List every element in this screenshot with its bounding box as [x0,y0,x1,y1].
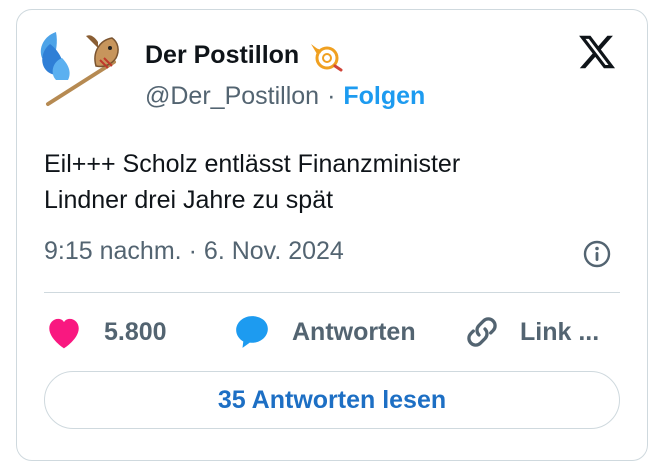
author-handle[interactable]: @Der_Postillon [145,82,319,111]
link-icon [467,317,497,347]
meta-separator: · [188,237,197,265]
reply-label: Antworten [292,317,416,346]
post-horn-icon [311,44,343,72]
x-logo-icon[interactable] [576,32,618,72]
info-icon[interactable] [582,239,612,269]
copy-link-button[interactable]: Link ... [464,310,599,354]
speech-bubble-icon [236,316,268,348]
winged-hobby-horse-icon [40,32,119,106]
avatar[interactable] [34,22,122,110]
handle-row: @Der_Postillon · Folgen [145,82,425,111]
action-bar: 5.800 Antworten Link ... [44,310,620,354]
heart-icon [49,318,79,349]
author-name[interactable]: Der Postillon [145,41,299,70]
reply-button[interactable]: Antworten [232,310,416,354]
handle-separator: · [327,82,336,110]
tweet-date: 6. Nov. 2024 [203,237,344,265]
follow-button[interactable]: Folgen [343,82,425,111]
read-replies-button[interactable]: 35 Antworten lesen [44,371,620,429]
author-name-row: Der Postillon [145,38,343,72]
link-label: Link ... [520,317,600,346]
like-count: 5.800 [104,317,167,346]
divider [44,292,620,293]
tweet-time: 9:15 nachm. [44,237,182,265]
like-button[interactable]: 5.800 [44,310,167,354]
tweet-timestamp[interactable]: 9:15 nachm. · 6. Nov. 2024 [44,237,344,266]
tweet-text-line: Lindner drei Jahre zu spät [44,186,334,214]
tweet-text-line: Eil+++ Scholz entlässt Finanzminister [44,150,461,178]
tweet-text: Eil+++ Scholz entlässt Finanzminister Li… [44,146,604,218]
